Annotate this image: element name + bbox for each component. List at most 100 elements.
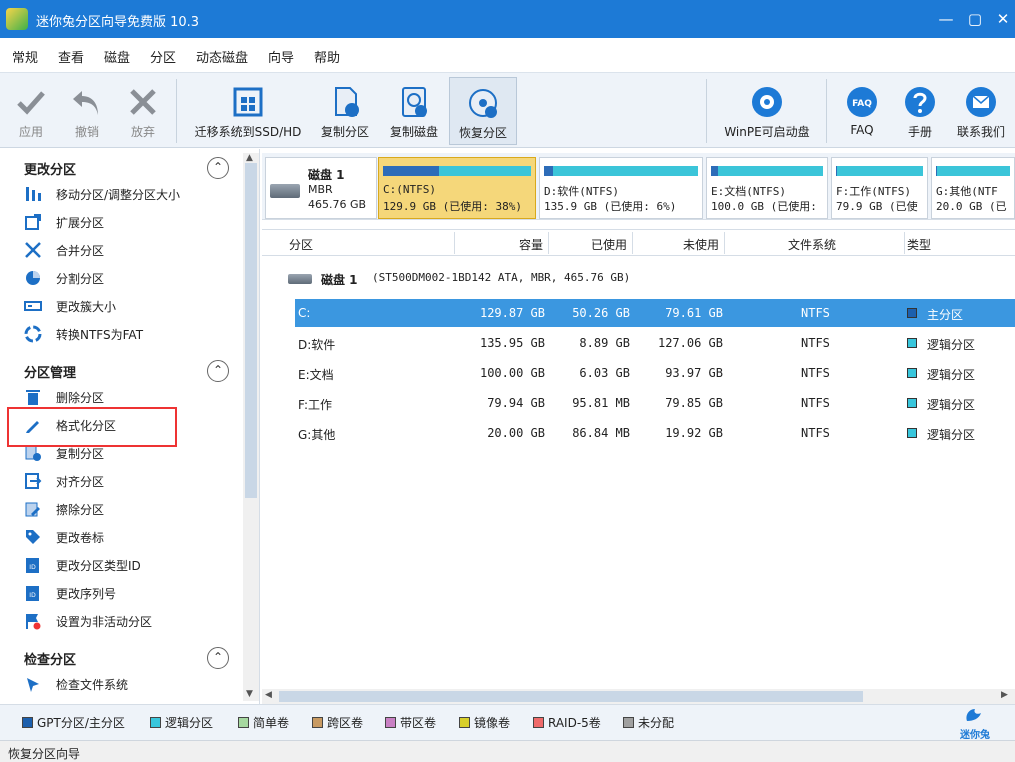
partition-block-d[interactable]: D:软件(NTFS) 135.9 GB (已使用: 6%): [539, 157, 703, 219]
partition-detail: 129.9 GB (已使用: 38%): [383, 200, 522, 213]
faq-button[interactable]: FAQ FAQ: [838, 77, 886, 145]
column-divider: [904, 232, 905, 254]
menu-general[interactable]: 常规: [12, 47, 38, 66]
legend-label: 未分配: [638, 716, 675, 730]
op-label: 设置为非活动分区: [56, 615, 153, 629]
minimize-icon[interactable]: —: [935, 8, 957, 30]
discard-button[interactable]: 放弃: [118, 77, 168, 145]
op-label: 分割分区: [56, 272, 105, 286]
scrollbar-thumb[interactable]: [245, 163, 257, 498]
menu-help[interactable]: 帮助: [314, 47, 340, 66]
op-change-serial-number[interactable]: ID 更改序列号: [24, 581, 224, 605]
extend-icon: [24, 213, 42, 231]
manual-button[interactable]: 手册: [896, 77, 944, 145]
menu-dynamic-disk[interactable]: 动态磁盘: [196, 47, 248, 66]
winpe-bootable-button[interactable]: WinPE可启动盘: [718, 77, 816, 145]
partition-block-g[interactable]: G:其他(NTF 20.0 GB (已: [931, 157, 1015, 219]
scrollbar-thumb[interactable]: [279, 691, 863, 702]
op-extend-partition[interactable]: 扩展分区: [24, 210, 224, 234]
section-title-check-partition: 检查分区: [24, 653, 77, 668]
table-row[interactable]: G:其他 20.00 GB 86.84 MB 19.92 GB NTFS 逻辑分…: [295, 419, 1015, 447]
disk-size: 465.76 GB: [308, 198, 367, 211]
usage-bar: [383, 166, 531, 176]
copy-disk-label: 复制磁盘: [389, 125, 438, 139]
toolbar-separator: [176, 79, 177, 143]
maximize-icon[interactable]: ▢: [964, 8, 986, 30]
op-align-partition[interactable]: 对齐分区: [24, 469, 224, 493]
op-wipe-partition[interactable]: 擦除分区: [24, 497, 224, 521]
usage-fill: [836, 166, 837, 176]
disk-card[interactable]: 磁盘 1 MBR 465.76 GB: [265, 157, 377, 219]
copy-disk-button[interactable]: 复制磁盘: [383, 77, 445, 145]
op-split-partition[interactable]: 分割分区: [24, 266, 224, 290]
menu-disk[interactable]: 磁盘: [104, 47, 130, 66]
disk-row[interactable]: 磁盘 1 (ST500DM002-1BD142 ATA, MBR, 465.76…: [288, 269, 988, 289]
op-delete-partition[interactable]: 删除分区: [24, 385, 224, 409]
table-horizontal-scrollbar[interactable]: ◀ ▶: [262, 689, 1015, 704]
op-label: 删除分区: [56, 391, 105, 405]
window-title: 迷你兔分区向导免费版 10.3: [36, 15, 200, 30]
table-row[interactable]: D:软件 135.95 GB 8.89 GB 127.06 GB NTFS 逻辑…: [295, 329, 1015, 357]
eraser-icon: [24, 500, 42, 518]
usage-fill: [383, 166, 440, 176]
op-change-label[interactable]: 更改卷标: [24, 525, 224, 549]
scroll-right-icon[interactable]: ▶: [1001, 690, 1008, 700]
column-header-capacity[interactable]: 容量: [519, 236, 543, 253]
column-divider: [548, 232, 549, 254]
table-row[interactable]: C: 129.87 GB 50.26 GB 79.61 GB NTFS 主分区: [295, 299, 1015, 327]
column-header-partition[interactable]: 分区: [289, 236, 313, 253]
op-move-resize-partition[interactable]: 移动分区/调整分区大小: [24, 182, 224, 206]
op-merge-partition[interactable]: 合并分区: [24, 238, 224, 262]
cell-filesystem: NTFS: [801, 336, 830, 350]
op-change-type-id[interactable]: ID 更改分区类型ID: [24, 553, 224, 577]
section-title-partition-management: 分区管理: [24, 366, 77, 381]
table-row[interactable]: F:工作 79.94 GB 95.81 MB 79.85 GB NTFS 逻辑分…: [295, 389, 1015, 417]
op-label: 复制分区: [56, 447, 105, 461]
section-title-change-partition: 更改分区: [24, 163, 77, 178]
cell-unused: 19.92 GB: [665, 426, 723, 440]
scroll-left-icon[interactable]: ◀: [265, 690, 272, 700]
legend-label: 逻辑分区: [165, 716, 214, 730]
collapse-chevron-icon[interactable]: ⌃: [207, 157, 229, 179]
column-header-unused[interactable]: 未使用: [683, 236, 719, 253]
bootable-disc-icon: [750, 85, 784, 119]
partition-block-c[interactable]: C:(NTFS) 129.9 GB (已使用: 38%): [378, 157, 536, 219]
undo-button[interactable]: 撤销: [62, 77, 112, 145]
menu-partition[interactable]: 分区: [150, 47, 176, 66]
migrate-os-button[interactable]: 迁移系统到SSD/HD: [190, 77, 306, 145]
partition-block-f[interactable]: F:工作(NTFS) 79.9 GB (已使: [831, 157, 928, 219]
discard-label: 放弃: [130, 125, 155, 139]
close-icon[interactable]: ✕: [992, 8, 1014, 30]
cell-unused: 79.85 GB: [665, 396, 723, 410]
highlight-box: [7, 407, 177, 447]
legend-label: GPT分区/主分区: [37, 716, 125, 730]
recover-partition-icon: [466, 86, 500, 120]
column-header-used[interactable]: 已使用: [591, 236, 627, 253]
scroll-up-icon[interactable]: ▲: [246, 153, 253, 163]
undo-label: 撤销: [74, 125, 99, 139]
recover-partition-button[interactable]: 恢复分区: [449, 77, 517, 145]
copy-partition-button[interactable]: 复制分区: [314, 77, 376, 145]
menu-wizard[interactable]: 向导: [268, 47, 294, 66]
scroll-down-icon[interactable]: ▼: [246, 689, 253, 699]
table-row[interactable]: E:文档 100.00 GB 6.03 GB 93.97 GB NTFS 逻辑分…: [295, 359, 1015, 387]
menu-view[interactable]: 查看: [58, 47, 84, 66]
collapse-chevron-icon[interactable]: ⌃: [207, 647, 229, 669]
op-check-file-system[interactable]: 检查文件系统: [24, 672, 224, 696]
column-header-filesystem[interactable]: 文件系统: [788, 236, 836, 253]
column-header-type[interactable]: 类型: [907, 236, 931, 253]
cell-capacity: 100.00 GB: [479, 366, 545, 380]
op-change-cluster-size[interactable]: 更改簇大小: [24, 294, 224, 318]
partition-block-e[interactable]: E:文档(NTFS) 100.0 GB (已使用:: [706, 157, 828, 219]
legend-swatch: [238, 717, 249, 728]
collapse-chevron-icon[interactable]: ⌃: [207, 360, 229, 382]
partition-detail: 135.9 GB (已使用: 6%): [544, 200, 677, 213]
contact-us-button[interactable]: 联系我们: [950, 77, 1012, 145]
sidebar-scrollbar[interactable]: ▲ ▼: [243, 153, 259, 701]
migrate-os-icon: [231, 85, 265, 119]
disk-map: 磁盘 1 MBR 465.76 GB C:(NTFS) 129.9 GB (已使…: [262, 153, 1015, 220]
op-convert-ntfs-fat[interactable]: 转换NTFS为FAT: [24, 322, 224, 346]
op-label: 对齐分区: [56, 475, 105, 489]
op-set-inactive[interactable]: 设置为非活动分区: [24, 609, 224, 633]
apply-button[interactable]: 应用: [6, 77, 56, 145]
